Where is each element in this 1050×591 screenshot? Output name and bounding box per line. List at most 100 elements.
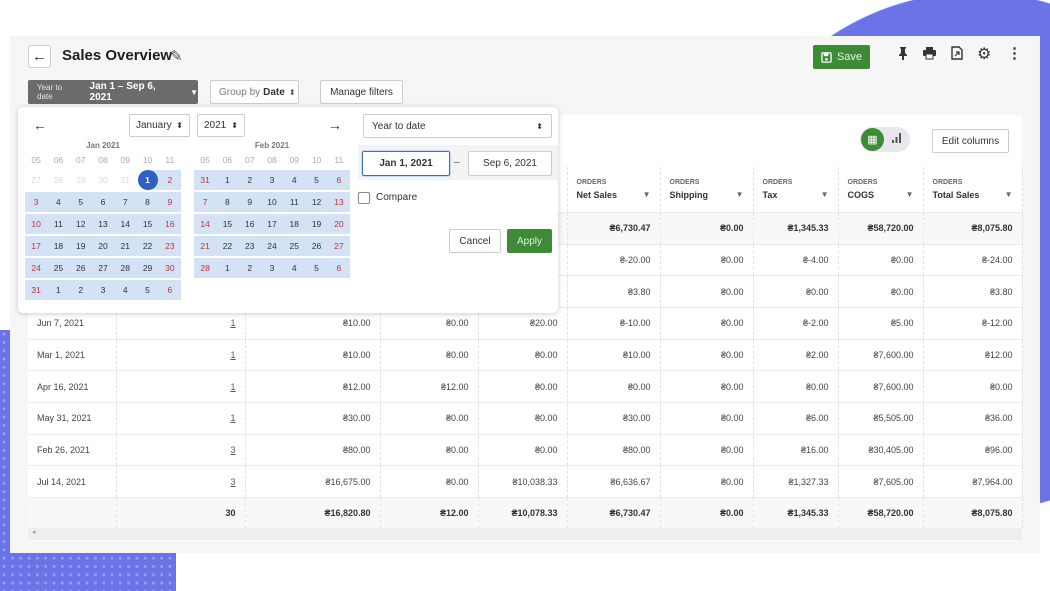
calendar-day[interactable]: 9	[238, 192, 261, 212]
calendar-day[interactable]: 24	[25, 258, 48, 278]
orders-link[interactable]: 1	[230, 382, 235, 392]
calendar-day[interactable]: 6	[327, 170, 350, 190]
calendar-day[interactable]: 28	[114, 258, 137, 278]
calendar-day[interactable]: 23	[238, 236, 261, 256]
calendar-day[interactable]: 5	[305, 170, 328, 190]
calendar-day[interactable]: 17	[25, 236, 48, 256]
calendar-day[interactable]: 31	[114, 170, 136, 190]
view-toggle[interactable]: ▦	[860, 127, 910, 152]
column-header[interactable]: ORDERS Total Sales ▼	[923, 167, 1023, 213]
calendar-day[interactable]: 11	[47, 214, 70, 234]
orders-link[interactable]: 1	[230, 413, 235, 423]
calendar-day[interactable]: 3	[260, 170, 284, 190]
calendar-day[interactable]: 26	[305, 236, 328, 256]
gear-icon[interactable]: ⚙	[977, 44, 991, 64]
pin-icon[interactable]	[897, 46, 909, 64]
calendar-day[interactable]: 5	[69, 192, 92, 212]
calendar-day[interactable]: 2	[238, 170, 261, 190]
calendar-day[interactable]: 17	[260, 214, 284, 234]
caret-down-icon[interactable]: ▼	[1005, 190, 1013, 199]
calendar-day[interactable]: 27	[25, 170, 47, 190]
save-button[interactable]: Save	[813, 45, 870, 69]
month-select[interactable]: January ⬍	[129, 114, 190, 137]
calendar-day[interactable]: 18	[47, 236, 70, 256]
orders-link[interactable]: 3	[230, 445, 235, 455]
calendar-day[interactable]: 12	[305, 192, 328, 212]
calendar-day[interactable]: 7	[194, 192, 217, 212]
apply-button[interactable]: Apply	[507, 229, 552, 253]
pencil-icon[interactable]: ✎	[170, 47, 183, 65]
calendar-day[interactable]: 29	[70, 170, 92, 190]
back-button[interactable]: ←	[28, 45, 51, 68]
calendar-day[interactable]: 28	[47, 170, 69, 190]
calendar-day[interactable]: 14	[114, 214, 137, 234]
prev-month-button[interactable]: ←	[33, 117, 47, 133]
calendar-day[interactable]: 2	[238, 258, 261, 278]
caret-down-icon[interactable]: ▼	[643, 190, 651, 199]
calendar-day[interactable]: 25	[47, 258, 70, 278]
more-vertical-icon[interactable]: ⋮	[1007, 44, 1022, 62]
calendar-day[interactable]: 5	[136, 280, 159, 300]
manage-filters-button[interactable]: Manage filters	[320, 80, 403, 104]
next-month-button[interactable]: →	[328, 117, 342, 133]
calendar-day[interactable]: 2	[158, 170, 181, 190]
calendar-day[interactable]: 1	[216, 258, 239, 278]
orders-link[interactable]: 1	[230, 318, 235, 328]
column-header[interactable]: ORDERS COGS ▼	[838, 167, 924, 213]
calendar-day[interactable]: 30	[92, 170, 114, 190]
year-select[interactable]: 2021 ⬍	[197, 114, 245, 137]
calendar-day[interactable]: 12	[69, 214, 92, 234]
calendar-day[interactable]: 4	[114, 280, 137, 300]
orders-link[interactable]: 3	[230, 477, 235, 487]
column-header[interactable]: ORDERS Shipping ▼	[660, 167, 754, 213]
end-date-input[interactable]: Sep 6, 2021	[468, 151, 552, 176]
calendar-day[interactable]: 8	[216, 192, 239, 212]
calendar-day[interactable]: 20	[327, 214, 350, 234]
edit-columns-button[interactable]: Edit columns	[932, 129, 1009, 153]
calendar-day[interactable]: 10	[25, 214, 48, 234]
calendar-day[interactable]: 4	[47, 192, 70, 212]
cancel-button[interactable]: Cancel	[449, 229, 501, 253]
date-range-button[interactable]: Year to date Jan 1 – Sep 6, 2021 ▼	[28, 80, 198, 104]
calendar-day[interactable]: 3	[260, 258, 284, 278]
start-date-input[interactable]: Jan 1, 2021	[362, 151, 450, 176]
calendar-day[interactable]: 22	[216, 236, 239, 256]
calendar-day[interactable]: 31	[25, 280, 48, 300]
calendar-day[interactable]: 27	[327, 236, 350, 256]
calendar-day[interactable]: 15	[136, 214, 159, 234]
calendar-day[interactable]: 4	[283, 170, 306, 190]
calendar-day[interactable]: 21	[114, 236, 137, 256]
orders-link[interactable]: 1	[230, 350, 235, 360]
calendar-day[interactable]: 31	[194, 170, 217, 190]
scroll-left-icon[interactable]: ◂	[32, 529, 36, 536]
caret-down-icon[interactable]: ▼	[906, 190, 914, 199]
calendar-day[interactable]: 1	[216, 170, 239, 190]
preset-select[interactable]: Year to date ⬍	[363, 114, 552, 138]
calendar-day[interactable]: 4	[283, 258, 306, 278]
export-icon[interactable]	[951, 46, 963, 64]
calendar-day[interactable]: 25	[283, 236, 306, 256]
calendar-day[interactable]: 29	[136, 258, 159, 278]
calendar-day[interactable]: 6	[91, 192, 115, 212]
calendar-day[interactable]: 9	[158, 192, 181, 212]
column-header[interactable]: ORDERS Tax ▼	[753, 167, 839, 213]
calendar-day[interactable]: 5	[305, 258, 328, 278]
column-header[interactable]: ORDERS Net Sales ▼	[567, 167, 661, 213]
calendar-day[interactable]: 1	[47, 280, 70, 300]
calendar-day[interactable]: 3	[25, 192, 48, 212]
calendar-day[interactable]: 10	[260, 192, 284, 212]
calendar-day[interactable]: 13	[327, 192, 350, 212]
calendar-day[interactable]: 14	[194, 214, 217, 234]
calendar-day[interactable]: 19	[305, 214, 328, 234]
calendar-day[interactable]: 15	[216, 214, 239, 234]
calendar-day[interactable]: 22	[136, 236, 159, 256]
calendar-day[interactable]: 6	[158, 280, 181, 300]
calendar-day[interactable]: 2	[69, 280, 92, 300]
calendar-day[interactable]: 20	[91, 236, 115, 256]
calendar-day[interactable]: 16	[238, 214, 261, 234]
calendar-day[interactable]: 19	[69, 236, 92, 256]
calendar-day[interactable]: 26	[69, 258, 92, 278]
calendar-day[interactable]: 30	[158, 258, 181, 278]
calendar-day[interactable]: 11	[283, 192, 306, 212]
calendar-day[interactable]: 13	[91, 214, 115, 234]
